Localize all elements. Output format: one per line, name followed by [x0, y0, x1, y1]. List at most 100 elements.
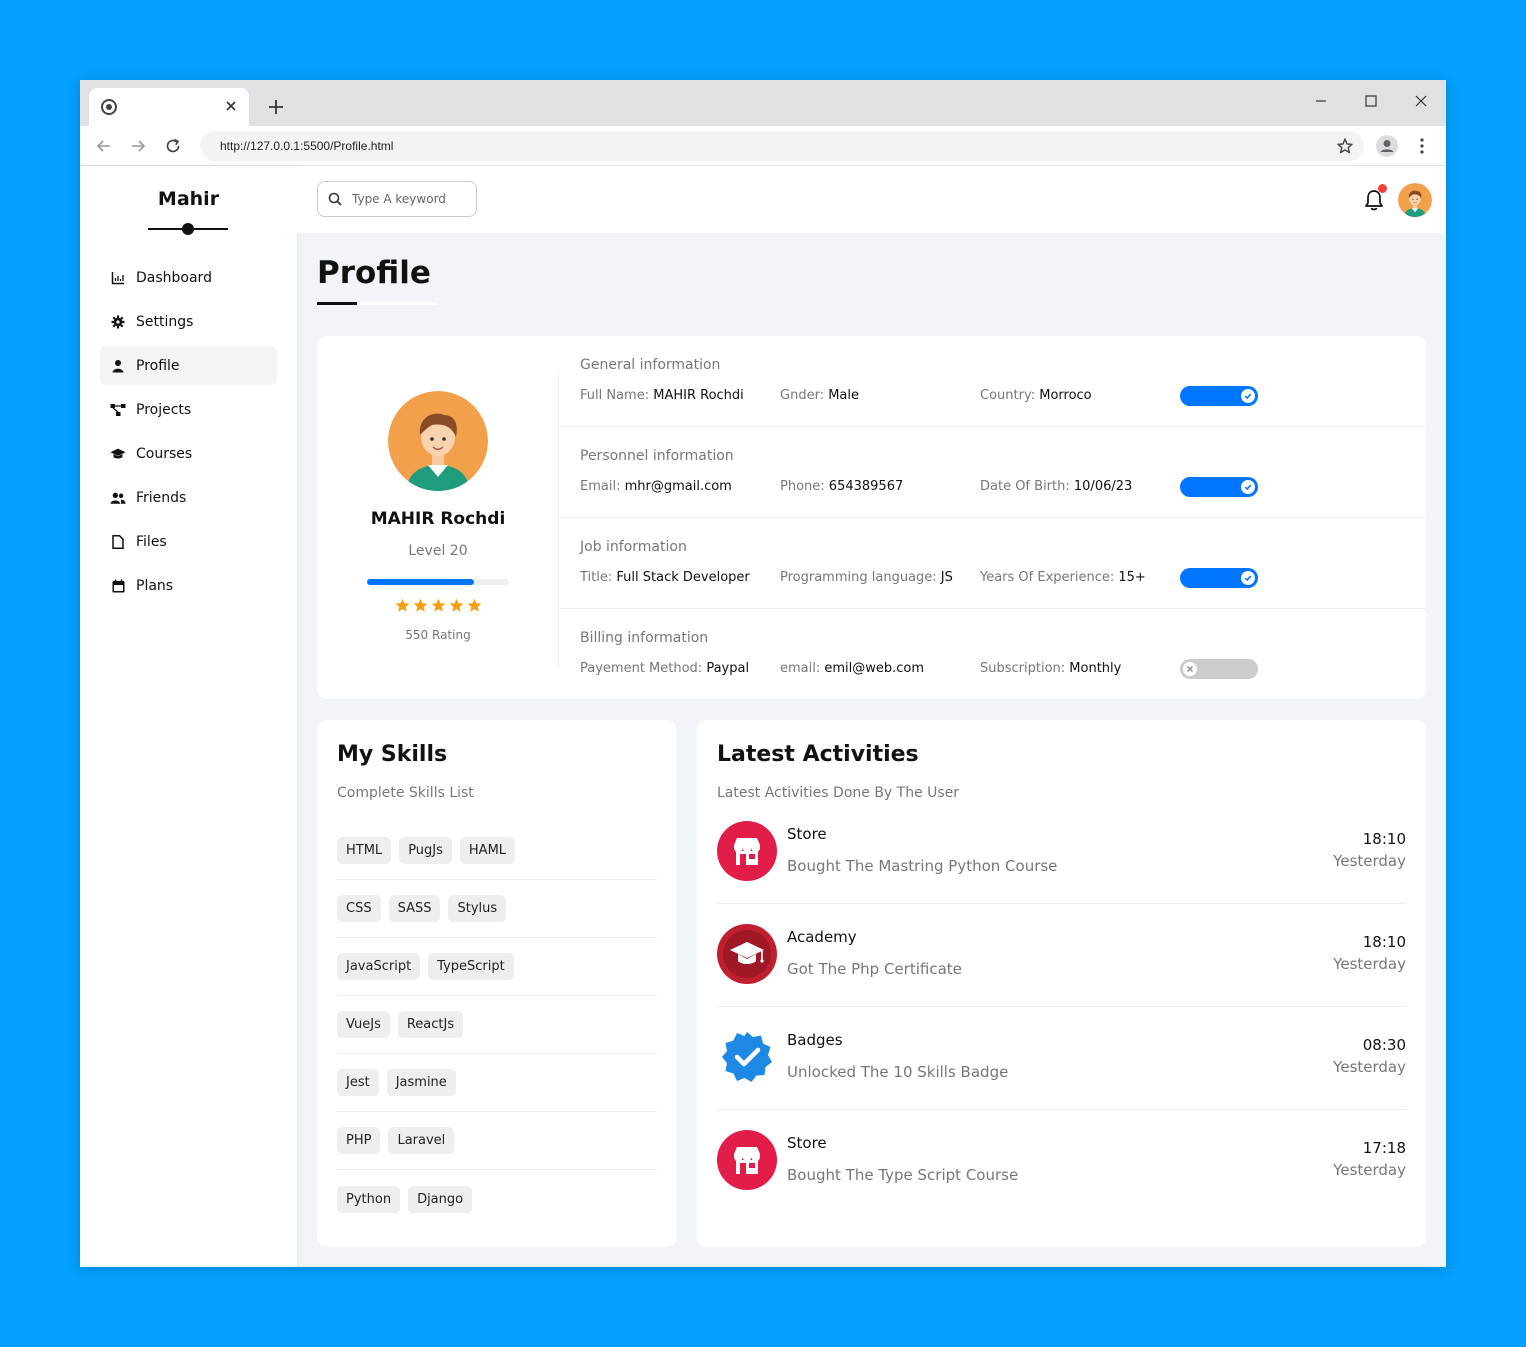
activities-title: Latest Activities: [717, 742, 919, 767]
bookmark-star-icon[interactable]: [1336, 137, 1354, 155]
avatar[interactable]: [1398, 183, 1432, 217]
browser-tab[interactable]: [89, 88, 249, 126]
info-field: Gnder: Male: [780, 388, 859, 403]
gear-icon: [110, 314, 126, 330]
notification-dot: [1378, 184, 1387, 193]
reload-icon[interactable]: [161, 134, 185, 158]
activity-item[interactable]: Store Bought The Mastring Python Course 18…: [717, 801, 1406, 904]
brand-title: Mahir: [157, 188, 220, 210]
sidebar-item-plans[interactable]: Plans: [100, 566, 277, 605]
skill-row: VueJs ReactJs: [337, 996, 657, 1054]
sidebar-item-friends[interactable]: Friends: [100, 478, 277, 517]
skill-row: Python Django: [337, 1170, 657, 1228]
url-text: http://127.0.0.1:5500/Profile.html: [220, 139, 394, 153]
new-tab-icon[interactable]: [265, 96, 287, 118]
info-field-value: 15+: [1118, 570, 1146, 585]
skill-chip: ReactJs: [397, 1011, 464, 1038]
activities-subtitle: Latest Activities Done By The User: [717, 785, 960, 801]
sidebar-item-files[interactable]: Files: [100, 522, 277, 561]
sidebar-item-settings[interactable]: Settings: [100, 302, 277, 341]
activity-time: 18:10: [1362, 830, 1406, 848]
search-input[interactable]: [352, 189, 470, 209]
browser-window: http://127.0.0.1:5500/Profile.html Mahir: [80, 80, 1446, 1267]
activity-day: Yesterday: [1333, 1058, 1406, 1076]
activity-name: Store: [787, 1134, 827, 1152]
info-section-heading: General information: [580, 357, 721, 373]
rating-stars: [317, 598, 559, 613]
activity-time: 18:10: [1362, 933, 1406, 951]
sidebar-item-label: Courses: [136, 445, 193, 462]
back-icon[interactable]: [92, 134, 116, 158]
maximize-icon[interactable]: [1356, 86, 1386, 116]
skill-chip: Python: [337, 1185, 401, 1213]
activity-item[interactable]: Badges Unlocked The 10 Skills Badge 08:30 Y…: [717, 1007, 1406, 1110]
skill-row: PHP Laravel: [337, 1112, 657, 1170]
info-field-label: Country:: [980, 388, 1036, 403]
sidebar-item-projects[interactable]: Projects: [100, 390, 277, 429]
info-field-label: Payement Method:: [580, 661, 703, 676]
sidebar-item-label: Dashboard: [136, 269, 212, 286]
star-icon: [395, 598, 409, 612]
profile-summary: MAHIR Rochdi Level 20 550 Rating: [317, 336, 559, 699]
info-section-heading: Job information: [580, 539, 687, 555]
info-section: Personnel information Email: mhr@gmail.co…: [560, 427, 1426, 518]
academy-icon: [717, 924, 777, 984]
search-box[interactable]: [317, 181, 477, 217]
info-field-label: Gnder:: [780, 388, 825, 403]
skill-row: HTML PugJs HAML: [337, 822, 657, 880]
toggle-knob: [1241, 480, 1255, 494]
account-icon[interactable]: [1375, 134, 1399, 158]
activity-description: Unlocked The 10 Skills Badge: [787, 1063, 1009, 1081]
skill-row: Jest Jasmine: [337, 1054, 657, 1112]
app-root: Mahir Dashboard Settings Profile Project…: [80, 166, 1446, 1267]
sidebar-item-label: Settings: [136, 313, 194, 330]
activity-time: 17:18: [1362, 1139, 1406, 1157]
activity-description: Got The Php Certificate: [787, 960, 962, 978]
skill-chip: HAML: [459, 837, 516, 864]
info-field-value: Full Stack Developer: [616, 570, 750, 585]
skill-chip: Jest: [337, 1069, 379, 1096]
activity-item[interactable]: Store Bought The Type Script Course 17:18 Y…: [717, 1110, 1406, 1213]
info-field: Full Name: MAHIR Rochdi: [580, 388, 744, 403]
skill-chip: Laravel: [388, 1127, 455, 1154]
close-tab-icon[interactable]: [221, 96, 241, 116]
calendar-icon: [110, 578, 126, 594]
info-section-heading: Billing information: [580, 630, 709, 646]
star-icon: [431, 598, 445, 612]
minimize-icon[interactable]: [1306, 86, 1336, 116]
activity-description: Bought The Mastring Python Course: [787, 857, 1058, 875]
window-close-icon[interactable]: [1406, 86, 1436, 116]
activity-item[interactable]: Academy Got The Php Certificate 18:10 Yeste…: [717, 904, 1406, 1007]
info-section: Billing information Payement Method: Payp…: [560, 609, 1426, 700]
info-field-value: Paypal: [706, 661, 750, 676]
address-bar[interactable]: http://127.0.0.1:5500/Profile.html: [200, 131, 1364, 161]
skill-row: JavaScript TypeScript: [337, 938, 657, 996]
section-toggle[interactable]: [1180, 568, 1258, 588]
skills-subtitle: Complete Skills List: [337, 785, 474, 801]
skills-card: My Skills Complete Skills List HTML PugJs…: [317, 720, 677, 1247]
skill-chip: Stylus: [448, 895, 507, 922]
star-icon: [467, 598, 481, 612]
sidebar-item-dashboard[interactable]: Dashboard: [100, 258, 277, 297]
more-menu-icon[interactable]: [1414, 134, 1430, 158]
file-icon: [110, 534, 126, 550]
info-field-value: mhr@gmail.com: [624, 479, 732, 494]
sidebar-item-profile[interactable]: Profile: [100, 346, 277, 385]
forward-icon[interactable]: [126, 134, 150, 158]
profile-avatar: [388, 391, 488, 491]
sidebar-item-courses[interactable]: Courses: [100, 434, 277, 473]
skill-chip: SASS: [388, 895, 441, 922]
section-toggle[interactable]: [1180, 659, 1258, 679]
section-toggle[interactable]: [1180, 477, 1258, 497]
browser-toolbar: http://127.0.0.1:5500/Profile.html: [80, 126, 1446, 166]
info-field-value: Morroco: [1039, 388, 1092, 403]
info-field-value: Male: [828, 388, 859, 403]
info-field-label: Full Name:: [580, 388, 650, 403]
activity-day: Yesterday: [1333, 852, 1406, 870]
info-field-label: Years Of Experience:: [980, 570, 1115, 585]
section-toggle[interactable]: [1180, 386, 1258, 406]
skill-chip: HTML: [337, 837, 392, 864]
user-icon: [110, 358, 126, 374]
info-section-heading: Personnel information: [580, 448, 734, 464]
skill-row: CSS SASS Stylus: [337, 880, 657, 938]
